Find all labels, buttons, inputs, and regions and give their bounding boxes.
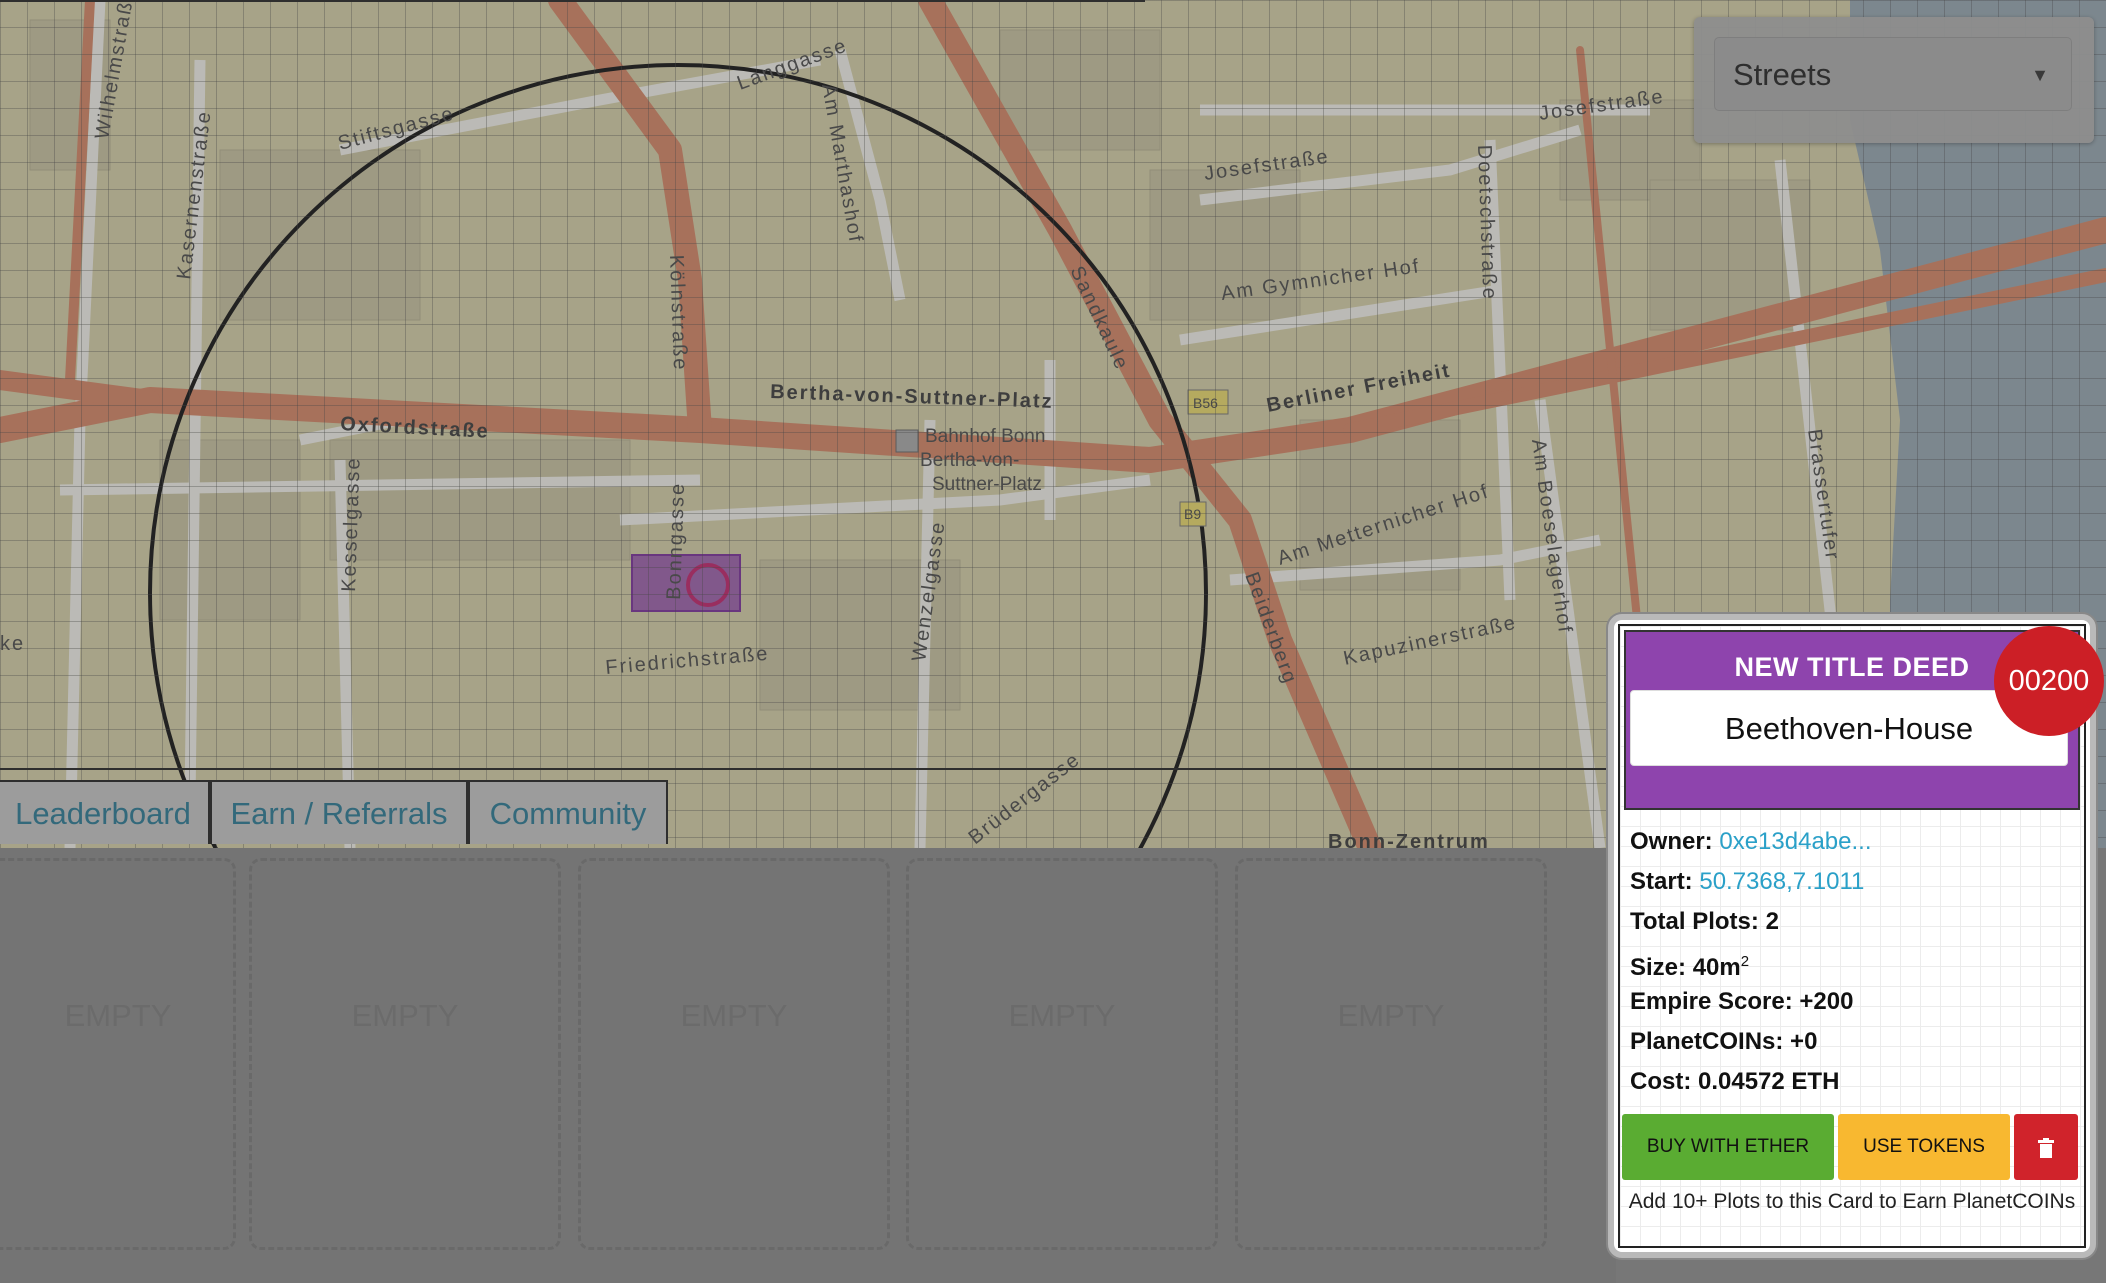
tab-community[interactable]: Community — [468, 780, 668, 844]
total-plots-value: 2 — [1765, 908, 1779, 935]
owner-label: Owner: — [1630, 828, 1713, 855]
use-tokens-button[interactable]: USE TOKENS — [1838, 1114, 2010, 1180]
layer-control: Streets ▼ — [1694, 17, 2094, 143]
map-label: Friedrichstraße — [605, 643, 771, 679]
top-border — [0, 0, 1145, 2]
map-label: Bonngasse — [663, 481, 689, 600]
deed-details: Owner: 0xe13d4abe... Start: 50.7368,7.10… — [1630, 822, 2070, 1102]
total-plots-label: Total Plots: — [1630, 908, 1759, 935]
map-label: Kesselgasse — [338, 456, 365, 592]
card-slot-4[interactable]: EMPTY — [906, 858, 1218, 1250]
caret-down-icon: ▼ — [2031, 65, 2049, 85]
delete-button[interactable] — [2014, 1114, 2078, 1180]
slot-empty-label: EMPTY — [351, 998, 459, 1033]
map-label: Kapuzinerstraße — [1341, 612, 1518, 670]
map-label: Bahnhof Bonn — [925, 426, 1045, 447]
map-label: Kasernenstraße — [173, 109, 216, 281]
map-label: Kölnstraße — [665, 254, 691, 371]
title-deed-card: NEW TITLE DEED Beethoven-House Owner: 0x… — [1608, 614, 2104, 1258]
cost-label: Cost: — [1630, 1068, 1692, 1095]
earn-hint-text: Add 10+ Plots to this Card to Earn Plane… — [1628, 1190, 2076, 1213]
map-layer-select-value: Streets — [1733, 57, 1832, 92]
card-slot-5[interactable]: EMPTY — [1235, 858, 1547, 1250]
trash-icon — [2038, 1137, 2054, 1158]
slot-empty-label: EMPTY — [64, 998, 172, 1033]
map-label: Brüdergasse — [965, 748, 1085, 848]
map-layer-select[interactable]: Streets ▼ — [1714, 37, 2072, 111]
cost-value: 0.04572 ETH — [1698, 1068, 1840, 1095]
slot-empty-label: EMPTY — [1008, 998, 1116, 1033]
size-unit-exponent: 2 — [1740, 953, 1750, 970]
slot-empty-label: EMPTY — [680, 998, 788, 1033]
train-station-icon — [895, 429, 919, 453]
road-shield-b56: B56 — [1193, 395, 1218, 411]
start-coords-link[interactable]: 50.7368,7.1011 — [1699, 868, 1864, 895]
size-value: 40m — [1692, 954, 1741, 981]
size-label: Size: — [1630, 954, 1687, 981]
score-badge: 00200 — [1994, 626, 2104, 736]
buy-with-ether-button[interactable]: BUY WITH ETHER — [1622, 1114, 1834, 1180]
tab-earn-referrals[interactable]: Earn / Referrals — [210, 780, 468, 844]
map-label: ke — [0, 633, 25, 655]
map-label: Bertha-von-Suttner-Platz — [770, 381, 1054, 413]
tab-leaderboard[interactable]: Leaderboard — [0, 780, 210, 844]
map-label: Brassertufer — [1803, 428, 1843, 563]
map-label: Bertha-von- — [920, 450, 1019, 471]
map-label: Doetschstraße — [1473, 144, 1500, 301]
empire-score-value: +200 — [1799, 988, 1854, 1015]
map-label: Am Boeselagerhof — [1527, 438, 1576, 636]
start-label: Start: — [1630, 868, 1693, 895]
map-label: Suttner-Platz — [932, 474, 1042, 495]
map-label: Bonn-Zentrum — [1328, 831, 1490, 848]
planetcoins-label: PlanetCOINs: — [1630, 1028, 1784, 1055]
planetcoins-value: +0 — [1790, 1028, 1818, 1055]
empire-score-label: Empire Score: — [1630, 988, 1793, 1015]
road-shield-b9: B9 — [1184, 506, 1201, 522]
card-slot-2[interactable]: EMPTY — [249, 858, 561, 1250]
tabs-divider — [0, 768, 1616, 770]
card-slot-1[interactable]: EMPTY — [0, 858, 236, 1250]
slot-empty-label: EMPTY — [1337, 998, 1445, 1033]
owner-link[interactable]: 0xe13d4abe... — [1719, 828, 1871, 855]
card-slot-3[interactable]: EMPTY — [578, 858, 890, 1250]
